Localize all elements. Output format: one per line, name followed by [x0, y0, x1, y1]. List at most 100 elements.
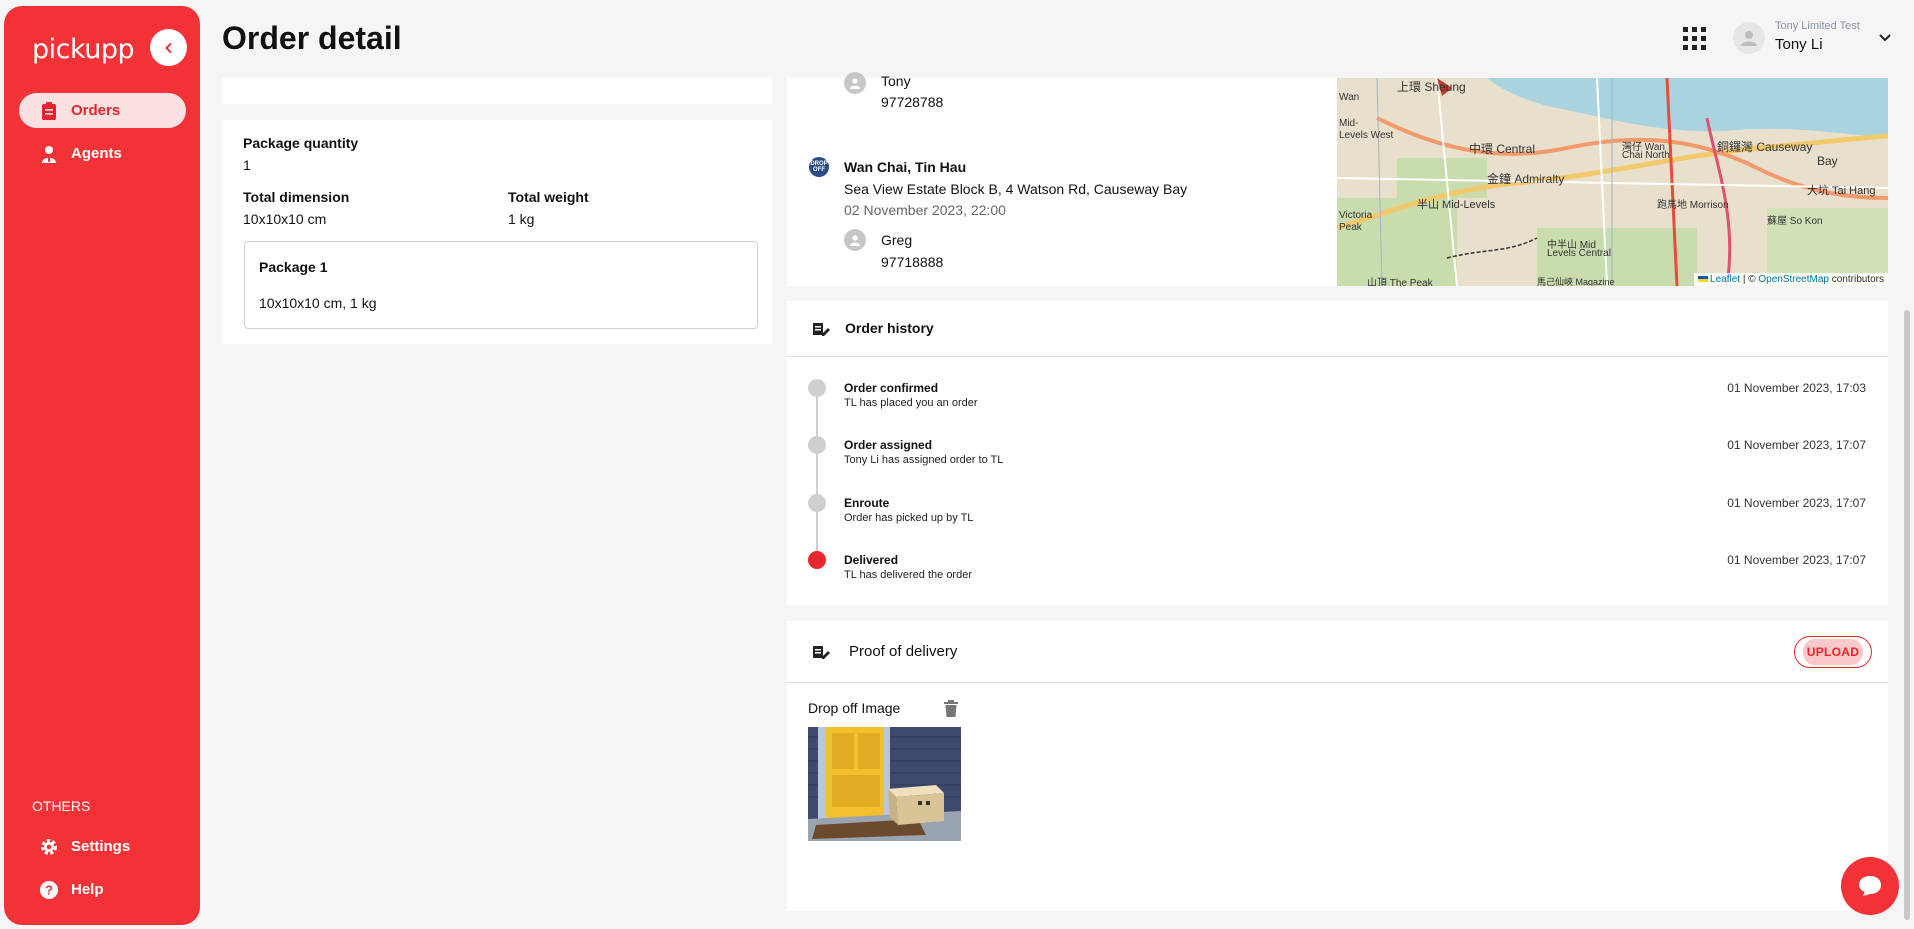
user-avatar[interactable]	[1733, 22, 1765, 54]
openstreetmap-link[interactable]: OpenStreetMap	[1758, 274, 1829, 285]
dropoff-photo	[808, 727, 961, 841]
package-quantity-value: 1	[243, 157, 251, 173]
upload-button-label: UPLOAD	[1802, 639, 1864, 665]
edit-note-icon	[813, 646, 830, 659]
collapse-sidebar-button[interactable]	[150, 29, 187, 66]
help-icon: ?	[39, 880, 59, 900]
sidebar-item-label: Settings	[71, 838, 131, 855]
map-label: 中環 Central	[1469, 142, 1536, 156]
history-event-time: 01 November 2023, 17:07	[1727, 496, 1866, 510]
map-label: 跑馬地 Morrison	[1657, 200, 1729, 211]
chevron-down-icon[interactable]	[1878, 33, 1892, 43]
person-icon	[850, 235, 860, 246]
history-event-title: Enroute	[844, 496, 890, 510]
map-label: 蘇屋 So Kon	[1767, 216, 1823, 227]
sidebar-item-settings[interactable]: Settings	[19, 829, 186, 864]
dropoff-contact-name: Greg	[881, 232, 913, 248]
sidebar-item-help[interactable]: ? Help	[19, 872, 186, 907]
map-label: 金鐘 Admiralty	[1487, 172, 1565, 186]
gear-icon	[39, 837, 59, 857]
order-history-card	[787, 301, 1888, 605]
dropoff-time: 02 November 2023, 22:00	[844, 202, 1006, 218]
upload-button[interactable]: UPLOAD	[1794, 636, 1872, 668]
map-label: Mid-	[1339, 118, 1359, 129]
package-quantity-label: Package quantity	[243, 135, 359, 151]
map-label: 山頂 The Peak	[1367, 278, 1433, 286]
sidebar-item-label: Agents	[71, 145, 122, 162]
trash-icon[interactable]	[944, 700, 958, 717]
flag-icon	[1698, 276, 1709, 282]
attribution-separator: | ©	[1740, 274, 1759, 285]
apps-grid-icon[interactable]	[1683, 27, 1706, 50]
history-event-desc: TL has placed you an order	[844, 397, 978, 409]
agent-icon	[39, 144, 59, 164]
person-icon	[850, 78, 860, 89]
package-item-desc: 10x10x10 cm, 1 kg	[259, 295, 377, 311]
history-event-time: 01 November 2023, 17:03	[1727, 381, 1866, 395]
divider	[787, 682, 1888, 683]
page-scrollbar[interactable]	[1904, 310, 1910, 920]
map-label: Victoria	[1339, 210, 1373, 221]
sidebar-item-label: Help	[71, 881, 104, 898]
history-event-time: 01 November 2023, 17:07	[1727, 438, 1866, 452]
dropoff-area: Wan Chai, Tin Hau	[844, 159, 967, 175]
total-dimension-value: 10x10x10 cm	[243, 211, 327, 227]
route-map[interactable]: Mid- Levels West Wan 中環 Central 上環 Sheun…	[1337, 78, 1888, 286]
history-event-time: 01 November 2023, 17:07	[1727, 553, 1866, 567]
attribution-contributors: contributors	[1828, 274, 1884, 285]
user-name[interactable]: Tony Li	[1775, 36, 1823, 53]
history-event-title: Order assigned	[844, 438, 933, 452]
total-weight-value: 1 kg	[508, 211, 535, 227]
map-tiles	[1337, 78, 1888, 286]
dropoff-image-label: Drop off Image	[808, 700, 901, 716]
dropoff-image[interactable]	[808, 727, 961, 841]
total-weight-label: Total weight	[508, 189, 589, 205]
clipboard-icon	[39, 101, 59, 121]
map-label: 銅鑼灣 Causeway	[1717, 140, 1813, 154]
divider	[787, 356, 1888, 357]
app-logo[interactable]: pickupp	[32, 34, 135, 65]
chevron-left-icon	[164, 42, 171, 53]
pickup-contact-avatar	[844, 72, 866, 94]
svg-text:?: ?	[45, 882, 53, 897]
map-label: Peak	[1339, 222, 1362, 233]
chat-button[interactable]	[1841, 857, 1899, 915]
map-label: Bay	[1817, 154, 1838, 168]
history-event-desc: Order has picked up by TL	[844, 512, 974, 524]
pickup-contact-phone: 97728788	[881, 94, 944, 110]
page-title: Order detail	[222, 20, 402, 56]
dropoff-contact-avatar	[844, 229, 866, 251]
map-attribution: Leaflet | © OpenStreetMap contributors	[1694, 273, 1888, 286]
dropoff-contact-phone: 97718888	[881, 254, 944, 270]
map-label: Chai North	[1622, 150, 1670, 161]
history-event-title: Delivered	[844, 553, 899, 567]
proof-of-delivery-title: Proof of delivery	[849, 643, 958, 660]
card-top-partial	[222, 78, 772, 104]
edit-note-icon	[813, 323, 830, 336]
dropoff-address: Sea View Estate Block B, 4 Watson Rd, Ca…	[844, 181, 1188, 197]
leaflet-link[interactable]: Leaflet	[1710, 274, 1740, 285]
history-event-desc: Tony Li has assigned order to TL	[844, 454, 1004, 466]
person-icon	[1741, 31, 1757, 46]
timeline-line	[816, 388, 818, 560]
sidebar-item-agents[interactable]: Agents	[19, 136, 186, 171]
chat-bubble-icon	[1859, 876, 1881, 896]
map-label: 馬己仙峽 Magazine	[1537, 277, 1615, 286]
order-history-title: Order history	[845, 320, 934, 336]
map-label: 上環 Sheung	[1397, 80, 1466, 94]
timeline-dot	[808, 436, 826, 454]
history-event-desc: TL has delivered the order	[844, 569, 972, 581]
map-label: 半山 Mid-Levels	[1417, 199, 1496, 211]
map-label: Wan	[1339, 92, 1360, 103]
sidebar-item-orders[interactable]: Orders	[19, 93, 186, 128]
timeline-dot-current	[808, 551, 826, 569]
total-dimension-label: Total dimension	[243, 189, 350, 205]
history-event-title: Order confirmed	[844, 381, 939, 395]
sidebar-item-label: Orders	[71, 102, 121, 119]
others-section-label: OTHERS	[32, 798, 91, 814]
pickup-contact-name: Tony	[881, 73, 911, 89]
timeline-dot	[808, 379, 826, 397]
map-label: Levels Central	[1547, 248, 1611, 259]
dropoff-badge: DROP OFF	[809, 157, 829, 177]
package-item-title: Package 1	[259, 259, 328, 275]
